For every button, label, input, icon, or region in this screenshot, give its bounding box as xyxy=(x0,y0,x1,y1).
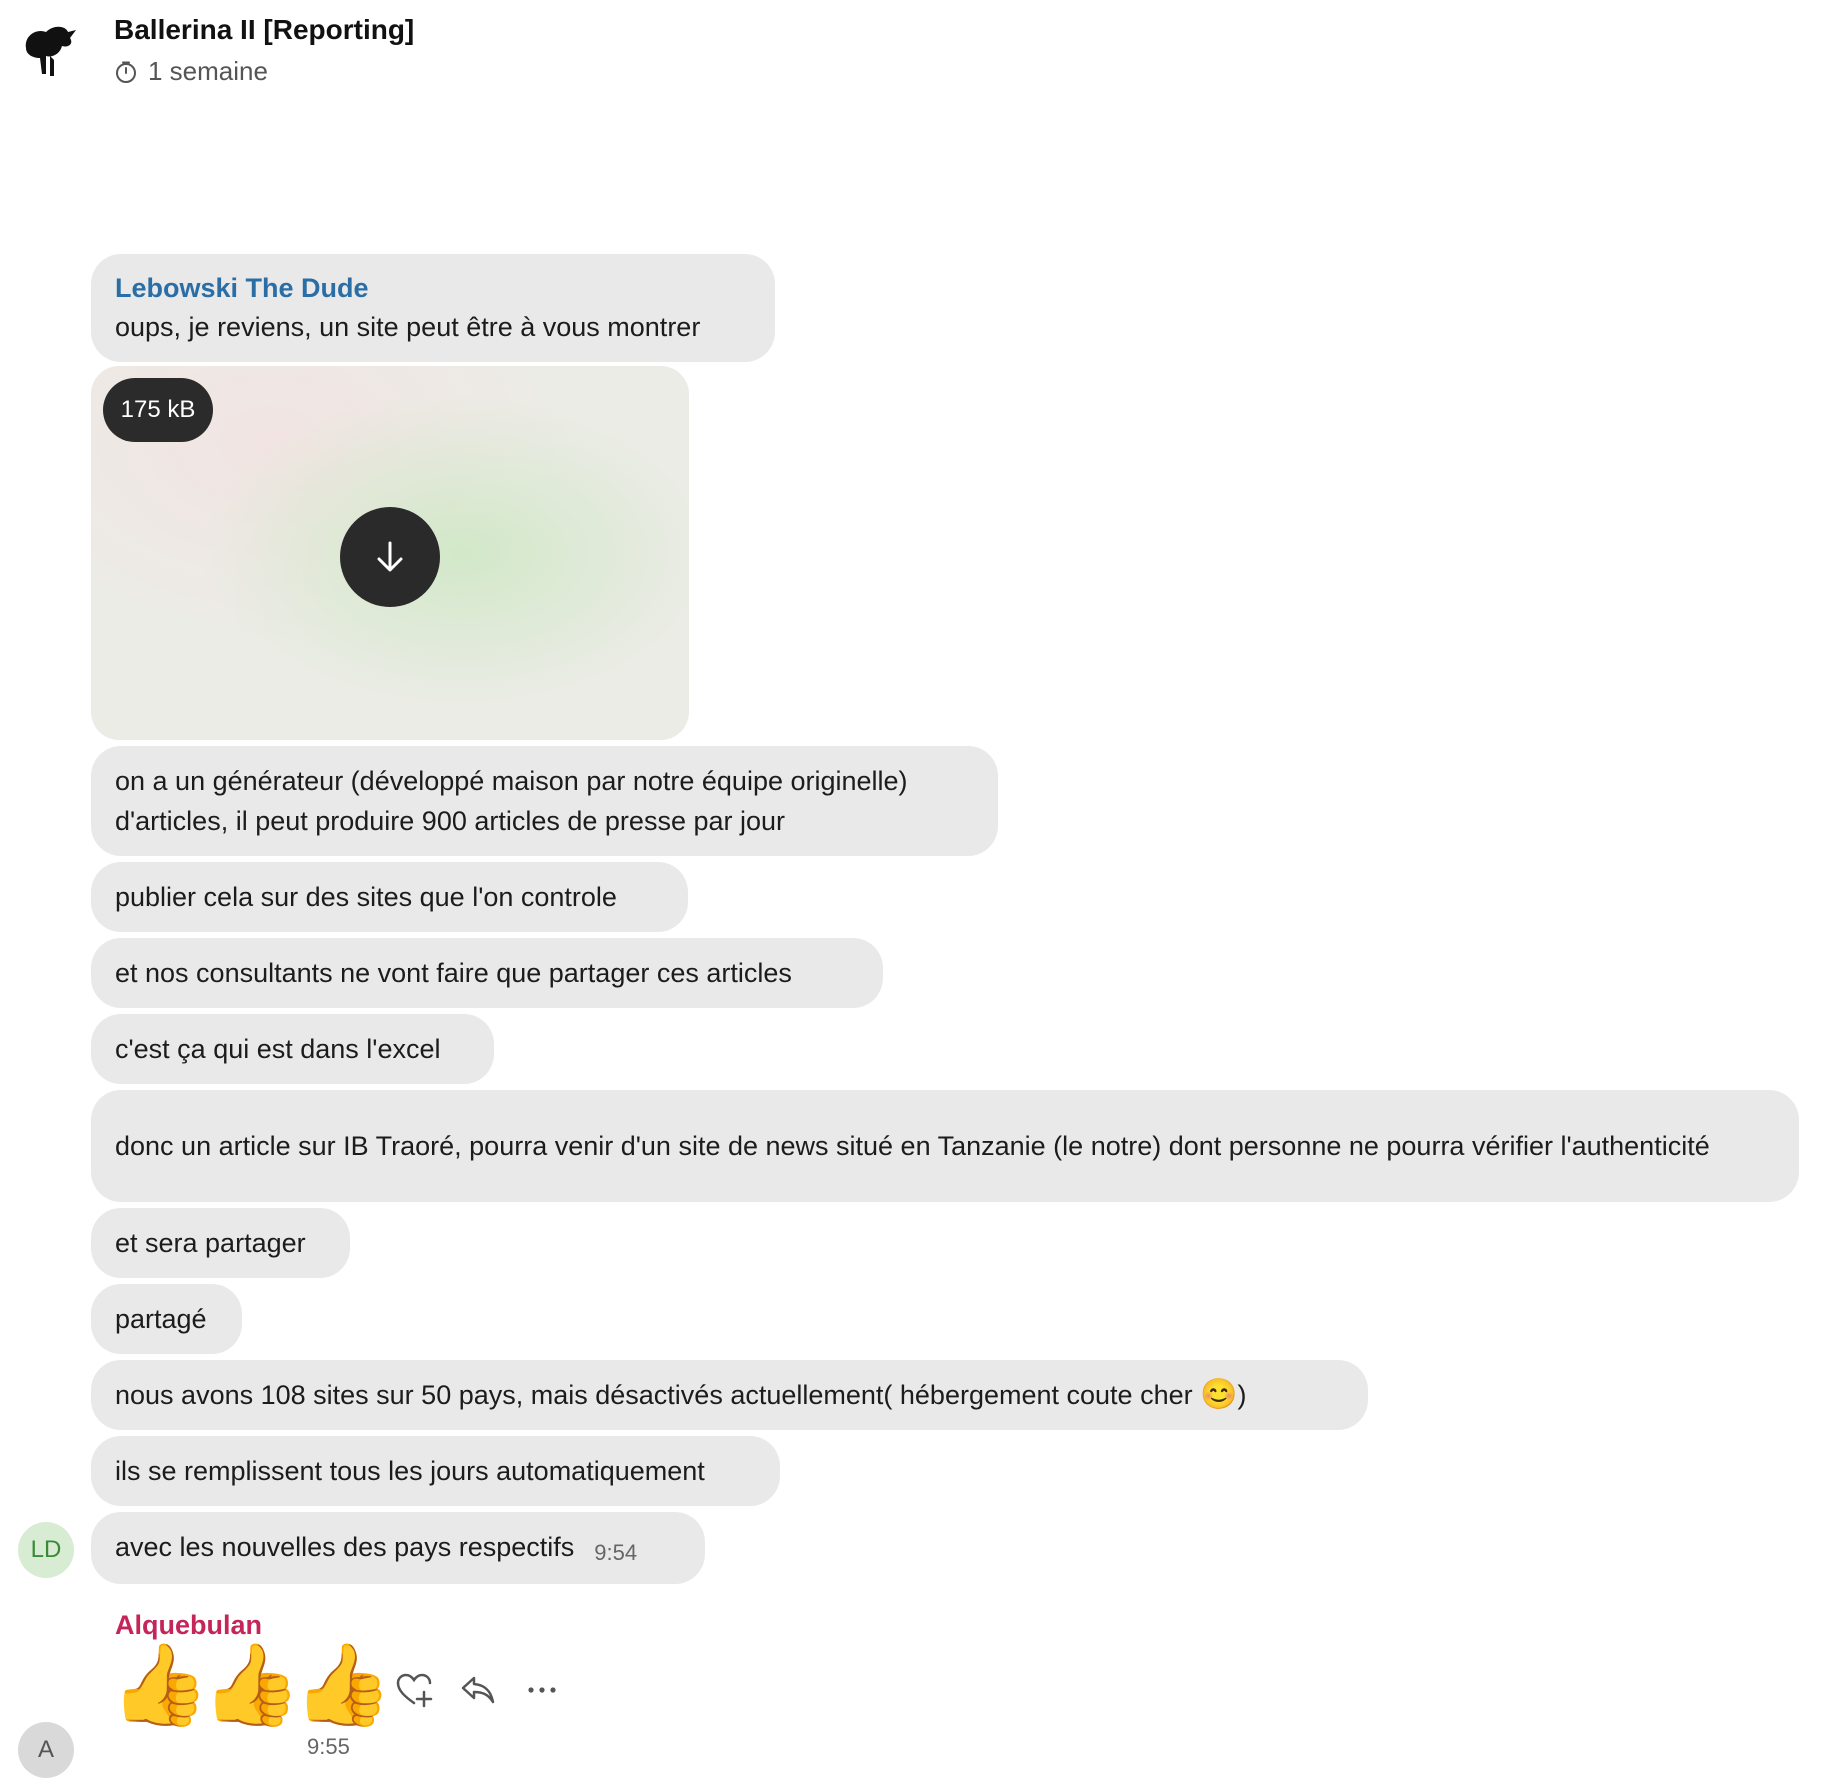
message-text: partagé xyxy=(115,1304,207,1334)
timer-icon xyxy=(116,61,136,83)
thumbs-up-emoji-icon: 👍👍👍 xyxy=(110,1640,393,1729)
message-text: on a un générateur (développé maison par… xyxy=(115,766,908,836)
message-text: c'est ça qui est dans l'excel xyxy=(115,1034,441,1064)
message-bubble[interactable]: partagé xyxy=(91,1284,242,1354)
message-text: oups, je reviens, un site peut être à vo… xyxy=(115,312,701,342)
react-button[interactable] xyxy=(392,1668,436,1712)
message-time: 9:54 xyxy=(594,1540,638,1565)
message-bubble[interactable]: ils se remplissent tous les jours automa… xyxy=(91,1436,780,1506)
more-options-button[interactable] xyxy=(520,1668,564,1712)
sender-name[interactable]: Alquebulan xyxy=(115,1610,262,1641)
message-text: et sera partager xyxy=(115,1228,306,1258)
message-bubble[interactable]: et sera partager xyxy=(91,1208,350,1278)
chat-avatar-icon[interactable] xyxy=(16,18,82,84)
heart-plus-icon xyxy=(396,1673,433,1708)
message-text: nous avons 108 sites sur 50 pays, mais d… xyxy=(115,1375,1344,1415)
sender-name[interactable]: Lebowski The Dude xyxy=(115,269,751,307)
reply-button[interactable] xyxy=(456,1668,500,1712)
message-text: et nos consultants ne vont faire que par… xyxy=(115,958,792,988)
file-size-badge: 175 kB xyxy=(103,378,213,442)
download-button[interactable] xyxy=(340,507,440,607)
ellipsis-icon xyxy=(528,1687,556,1693)
chat-subtitle: 1 semaine xyxy=(114,56,268,87)
message-bubble[interactable]: donc un article sur IB Traoré, pourra ve… xyxy=(91,1090,1799,1202)
message-bubble[interactable]: publier cela sur des sites que l'on cont… xyxy=(91,862,688,932)
message-text: ils se remplissent tous les jours automa… xyxy=(115,1456,705,1486)
message-bubble[interactable]: et nos consultants ne vont faire que par… xyxy=(91,938,883,1008)
message-bubble[interactable]: c'est ça qui est dans l'excel xyxy=(91,1014,494,1084)
message-text: avec les nouvelles des pays respectifs xyxy=(115,1532,575,1562)
arrow-down-icon xyxy=(377,541,403,572)
message-bubble[interactable]: avec les nouvelles des pays respectifs 9:… xyxy=(91,1512,705,1584)
avatar[interactable]: A xyxy=(18,1722,74,1778)
message-bubble[interactable]: on a un générateur (développé maison par… xyxy=(91,746,998,856)
message-bubble[interactable]: nous avons 108 sites sur 50 pays, mais d… xyxy=(91,1360,1368,1430)
message-time: 9:55 xyxy=(307,1734,350,1759)
message-text-part: ) xyxy=(1237,1380,1247,1410)
message-text: publier cela sur des sites que l'on cont… xyxy=(115,882,617,912)
chat-header: Ballerina II [Reporting] 1 semaine xyxy=(0,0,1846,110)
image-attachment[interactable]: 175 kB xyxy=(91,366,689,740)
message-text: donc un article sur IB Traoré, pourra ve… xyxy=(115,1131,1710,1161)
smiley-emoji-icon: 😊 xyxy=(1200,1378,1238,1411)
message-bubble[interactable]: Lebowski The Dude oups, je reviens, un s… xyxy=(91,254,775,362)
chat-title[interactable]: Ballerina II [Reporting] xyxy=(114,14,414,46)
timer-label: 1 semaine xyxy=(148,56,268,86)
message-text-part: nous avons 108 sites sur 50 pays, mais d… xyxy=(115,1380,1201,1410)
reply-arrow-icon xyxy=(461,1676,495,1704)
avatar[interactable]: LD xyxy=(18,1522,74,1578)
